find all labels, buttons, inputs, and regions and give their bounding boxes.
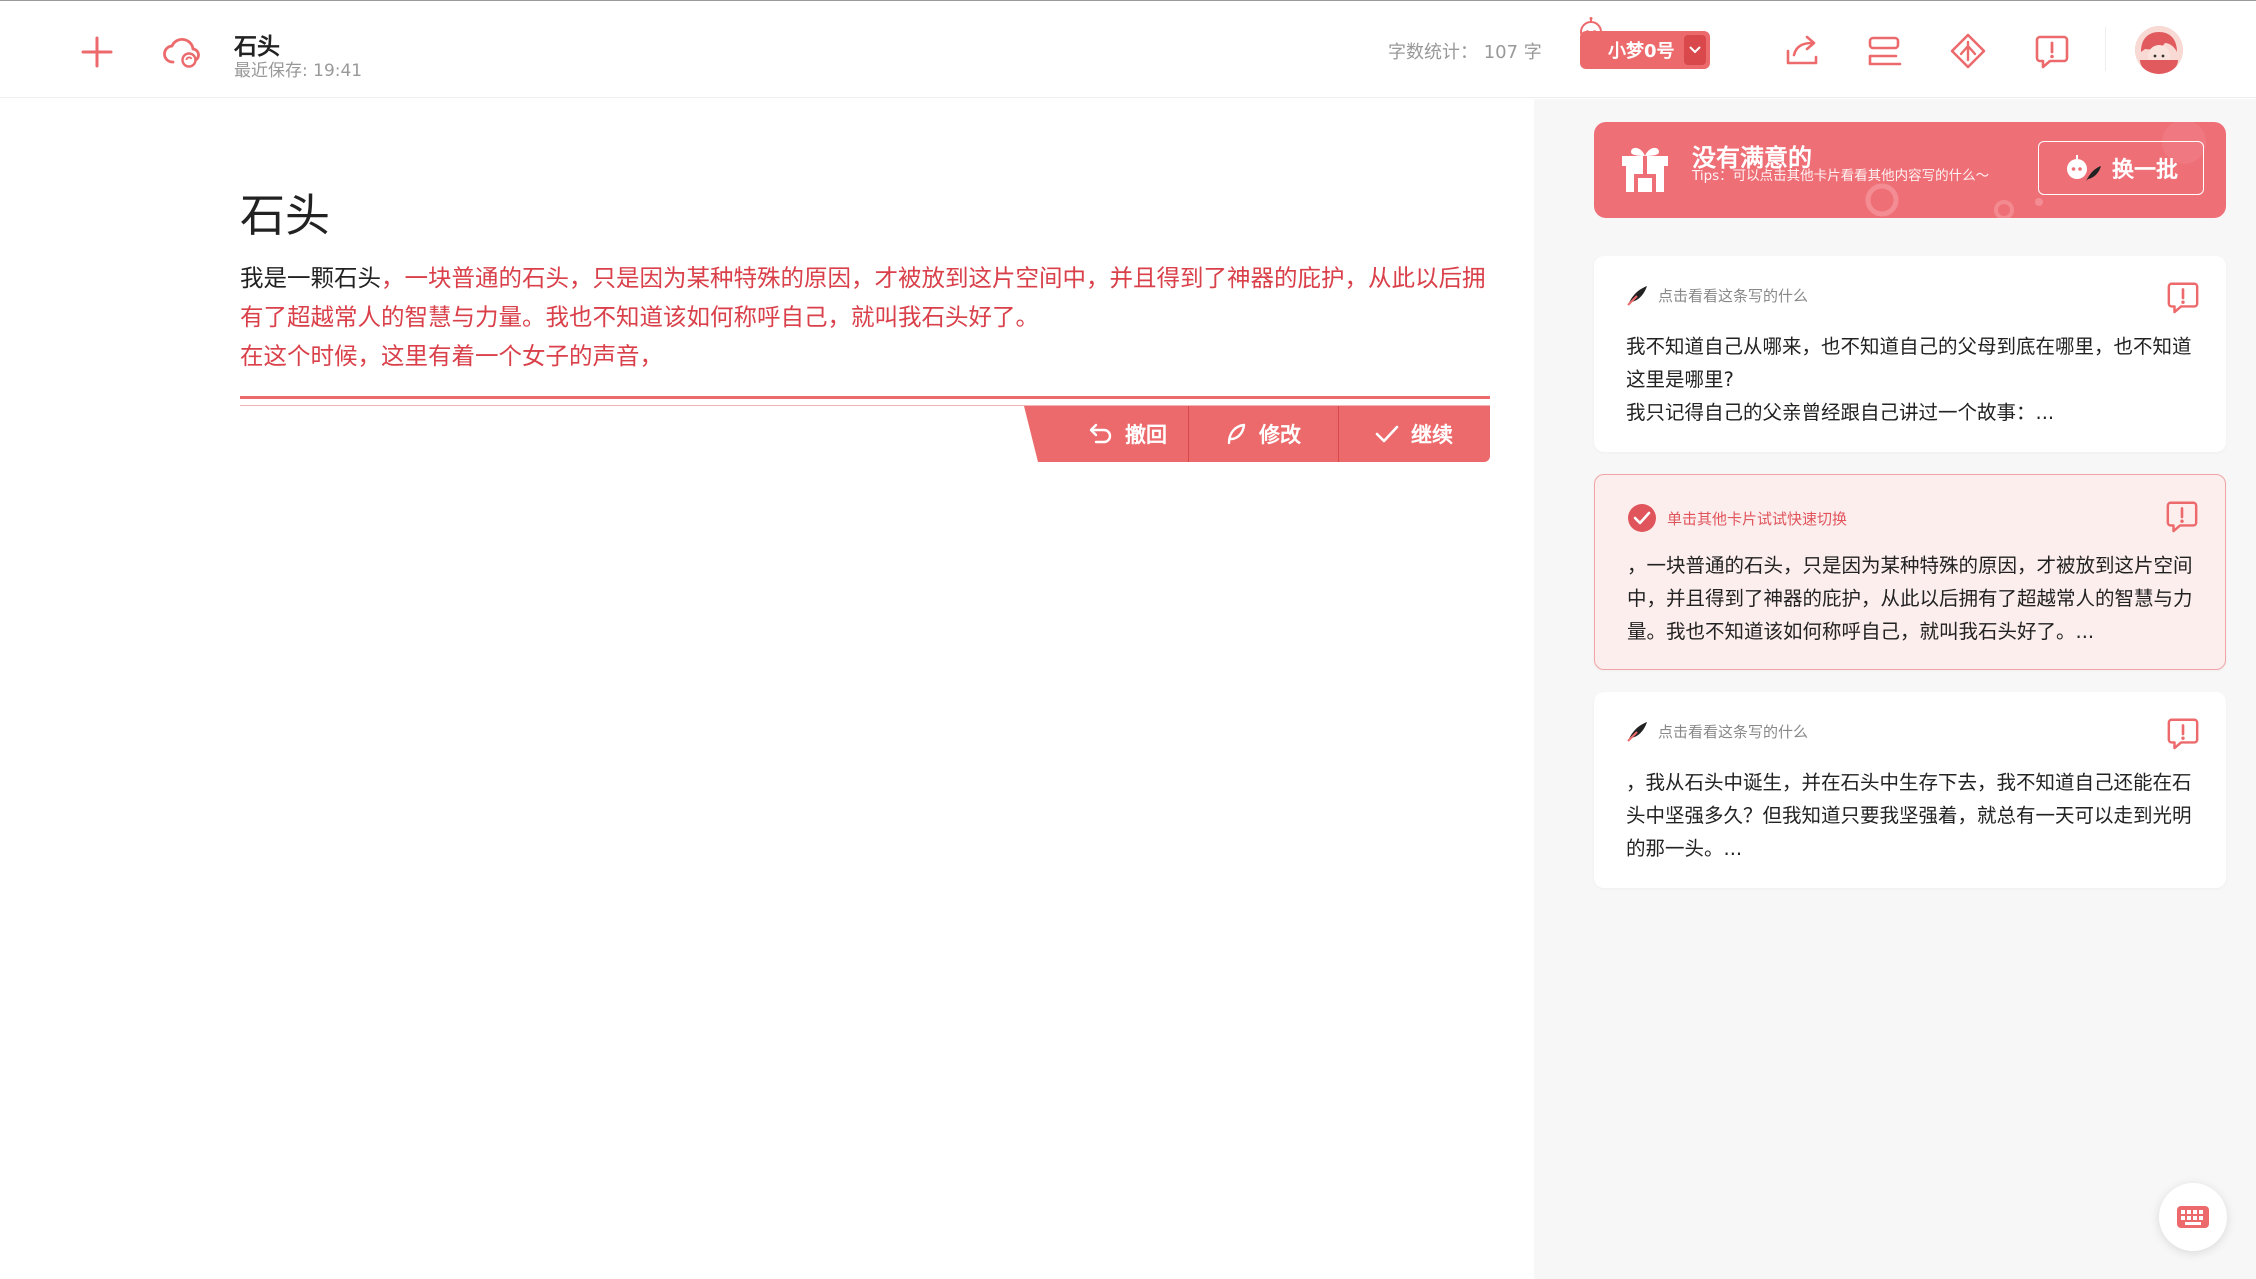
feedback-icon	[2035, 35, 2069, 69]
continue-button[interactable]: 继续	[1338, 406, 1490, 462]
share-button[interactable]	[1782, 31, 1822, 71]
suggestion-card[interactable]: 点击看看这条写的什么 我不知道自己从哪来，也不知道自己的父母到底在哪里，也不知道…	[1594, 256, 2226, 452]
generated-text: ，一块普通的石头，只是因为某种特殊的原因，才被放到这片空间中，并且得到了神器的庇…	[240, 264, 1486, 331]
generated-text-line: 在这个时候，这里有着一个女子的声音，	[240, 342, 663, 370]
check-circle-icon	[1628, 504, 1656, 532]
generation-action-bar: 撤回 修改 继续	[1024, 406, 1490, 462]
feedback-button[interactable]	[2032, 31, 2072, 71]
card-text: ，我从石头中诞生，并在石头中生存下去，我不知道自己还能在石头中坚强多久？但我知道…	[1626, 771, 2192, 860]
suggestion-panel: 没有满意的 Tips：可以点击其他卡片看看其他内容写的什么～ 换一批 点击看看这…	[1534, 99, 2256, 1279]
suggestion-card[interactable]: 点击看看这条写的什么 ，我从石头中诞生，并在石头中生存下去，我不知道自己还能在石…	[1594, 692, 2226, 888]
undo-button[interactable]: 撤回	[1046, 406, 1210, 462]
editor-body[interactable]: 我是一颗石头，一块普通的石头，只是因为某种特殊的原因，才被放到这片空间中，并且得…	[240, 259, 1490, 376]
cloud-sync-icon	[163, 37, 200, 68]
robot-quill-icon	[2066, 155, 2101, 181]
top-header: 石头 最近保存: 19:41 字数统计： 107 字 小梦0号	[0, 0, 2256, 98]
card-hint: 单击其他卡片试试快速切换	[1627, 503, 1847, 533]
undo-icon	[1089, 423, 1112, 444]
refresh-label: 换一批	[2111, 158, 2178, 183]
new-document-button[interactable]	[78, 33, 116, 71]
banner-tips: Tips：可以点击其他卡片看看其他内容写的什么～	[1692, 168, 1990, 184]
header-divider	[2105, 27, 2106, 71]
feedback-icon	[2166, 501, 2198, 533]
keyboard-icon	[2177, 1206, 2209, 1228]
edit-button[interactable]: 修改	[1188, 406, 1338, 462]
editor-area: 石头 我是一颗石头，一块普通的石头，只是因为某种特殊的原因，才被放到这片空间中，…	[0, 99, 1534, 1279]
card-hint: 点击看看这条写的什么	[1626, 284, 1808, 306]
card-feedback-button[interactable]	[2166, 716, 2200, 754]
feedback-icon	[2167, 718, 2199, 750]
generation-divider	[240, 396, 1490, 399]
outline-button[interactable]	[1865, 31, 1905, 71]
plus-icon	[81, 36, 113, 68]
word-count: 字数统计： 107 字	[1388, 42, 1542, 63]
card-hint: 点击看看这条写的什么	[1626, 720, 1808, 742]
outline-icon	[1868, 36, 1902, 66]
card-text: ，一块普通的石头，只是因为某种特殊的原因，才被放到这片空间中，并且得到了神器的庇…	[1627, 554, 2193, 643]
gift-icon	[1622, 147, 1668, 192]
compass-button[interactable]	[1948, 31, 1988, 71]
quill-icon	[1627, 286, 1647, 306]
continue-label: 继续	[1411, 423, 1453, 447]
compass-icon	[1950, 33, 1986, 69]
last-save-time: 最近保存: 19:41	[234, 61, 363, 81]
feedback-icon	[2167, 282, 2199, 314]
edit-label: 修改	[1259, 423, 1301, 447]
suggestion-card-selected[interactable]: 单击其他卡片试试快速切换 ，一块普通的石头，只是因为某种特殊的原因，才被放到这片…	[1594, 474, 2226, 670]
refresh-banner: 没有满意的 Tips：可以点击其他卡片看看其他内容写的什么～ 换一批	[1594, 122, 2226, 218]
check-icon	[1375, 425, 1399, 443]
card-text: 我不知道自己从哪来，也不知道自己的父母到底在哪里，也不知道这里是哪里? 我只记得…	[1626, 335, 2192, 424]
model-select[interactable]: 小梦0号	[1580, 31, 1710, 69]
user-text: 我是一颗石头	[240, 264, 381, 292]
chevron-down-icon[interactable]	[1684, 35, 1706, 65]
keyboard-shortcuts-button[interactable]	[2159, 1183, 2227, 1251]
card-feedback-button[interactable]	[2165, 499, 2199, 537]
share-icon	[1786, 35, 1818, 65]
undo-label: 撤回	[1125, 423, 1167, 447]
refresh-batch-button[interactable]: 换一批	[2038, 141, 2204, 195]
model-label: 小梦0号	[1608, 41, 1675, 62]
editor-title[interactable]: 石头	[240, 179, 330, 244]
avatar[interactable]	[2135, 26, 2183, 74]
cloud-sync-button[interactable]	[162, 33, 202, 71]
pen-icon	[1227, 423, 1246, 445]
quill-icon	[1627, 722, 1647, 742]
card-feedback-button[interactable]	[2166, 280, 2200, 318]
